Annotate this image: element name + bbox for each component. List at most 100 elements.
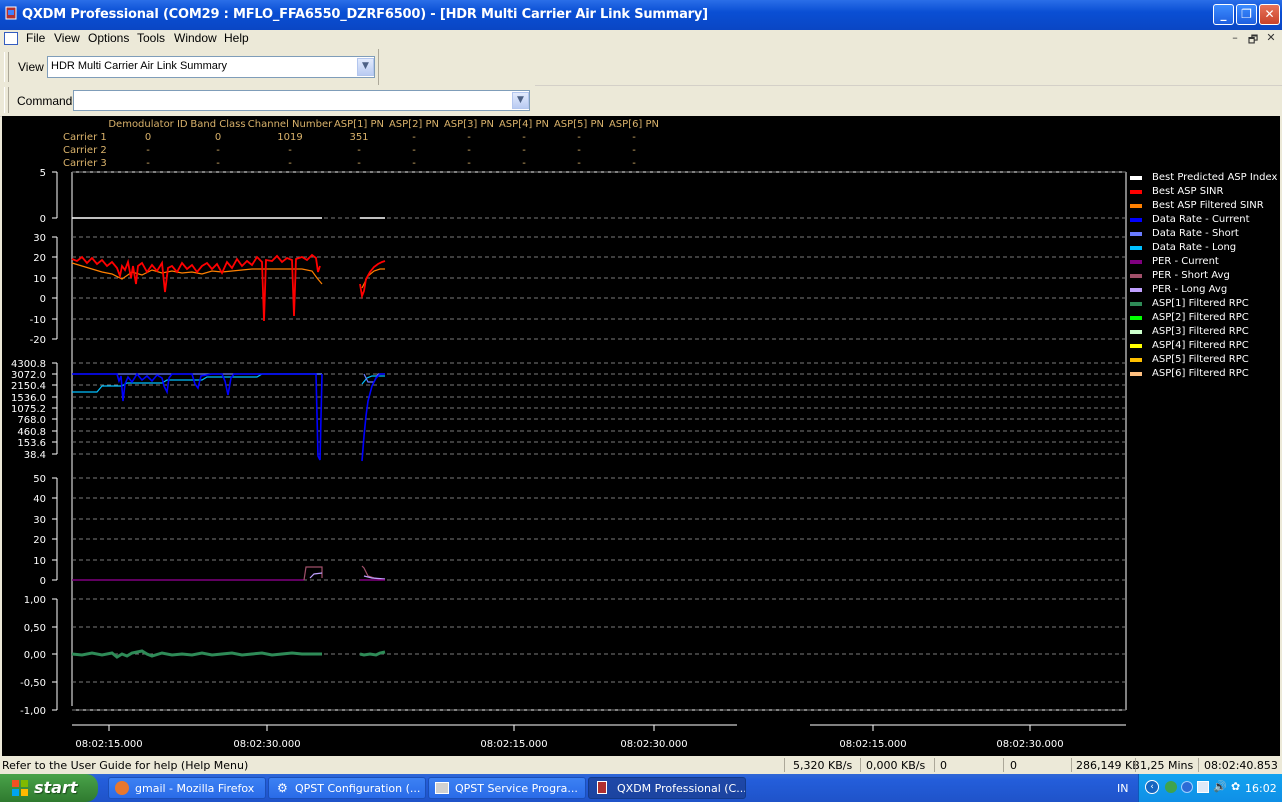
mdi-minimize-button[interactable]: –	[1229, 31, 1241, 44]
carrier-table-cell: -	[412, 132, 416, 143]
task-label: QXDM Professional (C...	[617, 782, 746, 795]
y-axis-tick-label: 4300.8	[11, 359, 46, 370]
y-axis-tick-label: 1536.0	[11, 393, 46, 404]
carrier-table-cell: 0	[145, 132, 151, 143]
menu-help[interactable]: Help	[224, 31, 249, 45]
legend-swatch	[1130, 190, 1142, 194]
status-rate-in: 5,320 KB/s	[793, 759, 853, 772]
menu-tools[interactable]: Tools	[137, 31, 165, 45]
carrier-table-cell: -	[467, 145, 471, 156]
y-axis-tick-label: -0,50	[20, 678, 46, 689]
status-divider	[1198, 758, 1199, 772]
toolbar-grip[interactable]	[4, 52, 9, 82]
show-hidden-icons-icon[interactable]: ‹	[1145, 780, 1159, 794]
carrier-table-header: Demodulator ID	[108, 119, 188, 130]
carrier-table-cell: 1019	[277, 132, 302, 143]
carrier-table-header: ASP[6] PN	[609, 119, 659, 130]
close-button[interactable]: ✕	[1259, 4, 1280, 25]
toolbar-grip[interactable]	[4, 87, 9, 113]
legend-swatch	[1130, 232, 1142, 236]
command-input[interactable]	[73, 90, 530, 111]
qpst-service-icon	[435, 782, 449, 794]
task-qxdm[interactable]: QXDM Professional (C...	[588, 777, 746, 799]
carrier-row-label: Carrier 3	[63, 158, 107, 169]
status-divider	[1003, 758, 1004, 772]
menu-window[interactable]: Window	[174, 31, 217, 45]
y-axis-tick-label: -1,00	[20, 706, 46, 717]
carrier-table-cell: -	[632, 132, 636, 143]
task-qpst-service[interactable]: QPST Service Progra...	[428, 777, 586, 799]
y-axis-tick-label: 153.6	[17, 438, 46, 449]
legend-label: Best ASP Filtered SINR	[1152, 200, 1264, 211]
time-tick-label: 08:02:30.000	[996, 739, 1063, 750]
carrier-table-header: Band Class	[190, 119, 245, 130]
y-axis-tick-label: 5	[40, 168, 46, 179]
trace-data-rate-current	[72, 372, 385, 462]
carrier-table-header: ASP[5] PN	[554, 119, 604, 130]
y-axis-tick-label: 0	[40, 576, 46, 587]
start-button[interactable]: start	[0, 774, 98, 802]
carrier-table-cell: -	[522, 158, 526, 169]
clock[interactable]: 16:02	[1245, 782, 1277, 795]
carrier-table-cell: -	[288, 158, 292, 169]
legend-swatch	[1130, 358, 1142, 362]
qpst-icon: ⚙	[277, 781, 288, 795]
carrier-table-header: ASP[3] PN	[444, 119, 494, 130]
legend-swatch	[1130, 246, 1142, 250]
display-icon[interactable]	[1197, 781, 1209, 793]
time-labels: 08:02:15.000 08:02:30.000 08:02:15.000 08:0…	[75, 739, 1063, 750]
qxdm-icon	[597, 781, 607, 794]
y-axis-tick-label: 30	[33, 233, 46, 244]
y-axis-tick-label: 30	[33, 515, 46, 526]
toolbar-divider	[378, 49, 379, 85]
carrier-table-cell: -	[577, 145, 581, 156]
mdi-restore-button[interactable]: 🗗	[1247, 31, 1259, 46]
view-select[interactable]: HDR Multi Carrier Air Link Summary	[47, 56, 375, 78]
volume-icon[interactable]: 🔊	[1213, 780, 1227, 793]
maximize-button[interactable]: ❐	[1236, 4, 1257, 25]
status-size: 286,149 KB	[1076, 759, 1140, 772]
menu-file[interactable]: File	[26, 31, 45, 45]
status-duration: 1,25 Mins	[1140, 759, 1194, 772]
legend-label: ASP[6] Filtered RPC	[1152, 368, 1249, 379]
y-axis-tick-label: 50	[33, 474, 46, 485]
task-firefox[interactable]: gmail - Mozilla Firefox	[108, 777, 266, 799]
tray-app-icon[interactable]	[1165, 781, 1177, 793]
legend-label: ASP[4] Filtered RPC	[1152, 340, 1249, 351]
minimize-button[interactable]: _	[1213, 4, 1234, 25]
y-axis-tick-label: 38.4	[24, 450, 46, 461]
legend-label: ASP[3] Filtered RPC	[1152, 326, 1249, 337]
task-qpst-config[interactable]: ⚙ QPST Configuration (...	[268, 777, 426, 799]
carrier-table-header: ASP[2] PN	[389, 119, 439, 130]
carrier-table-header: ASP[4] PN	[499, 119, 549, 130]
y-axis-tick-label: 0,00	[24, 650, 46, 661]
y-axis-tick-label: 1,00	[24, 595, 46, 606]
mdi-document-icon[interactable]	[4, 32, 18, 45]
command-dropdown-button[interactable]: ▼	[512, 92, 529, 109]
legend-label: ASP[5] Filtered RPC	[1152, 354, 1249, 365]
tray-misc-icon[interactable]: ✿	[1231, 780, 1240, 793]
legend-label: Data Rate - Short	[1152, 228, 1239, 239]
legend-swatch	[1130, 288, 1142, 292]
title-bar[interactable]: QXDM Professional (COM29 : MFLO_FFA6550_…	[0, 0, 1282, 30]
carrier-table-cell: -	[146, 145, 150, 156]
legend-label: Best ASP SINR	[1152, 186, 1223, 197]
carrier-table-cell: -	[467, 158, 471, 169]
carrier-row-label: Carrier 2	[63, 145, 107, 156]
menu-options[interactable]: Options	[88, 31, 129, 45]
carrier-table-cell: -	[522, 132, 526, 143]
carrier-table-cell: -	[216, 158, 220, 169]
network-icon[interactable]	[1181, 781, 1193, 793]
legend-label: ASP[1] Filtered RPC	[1152, 298, 1249, 309]
carrier-table-cell: -	[577, 132, 581, 143]
time-tick-label: 08:02:30.000	[620, 739, 687, 750]
y-axis-tick-label: 0,50	[24, 623, 46, 634]
legend-swatch	[1130, 316, 1142, 320]
view-dropdown-button[interactable]: ▼	[357, 58, 374, 76]
mdi-close-button[interactable]: ✕	[1265, 31, 1277, 44]
menu-view[interactable]: View	[54, 31, 80, 45]
legend-label: PER - Long Avg	[1152, 284, 1227, 295]
legend-swatch	[1130, 302, 1142, 306]
language-indicator[interactable]: IN	[1117, 782, 1128, 795]
status-divider	[860, 758, 861, 772]
